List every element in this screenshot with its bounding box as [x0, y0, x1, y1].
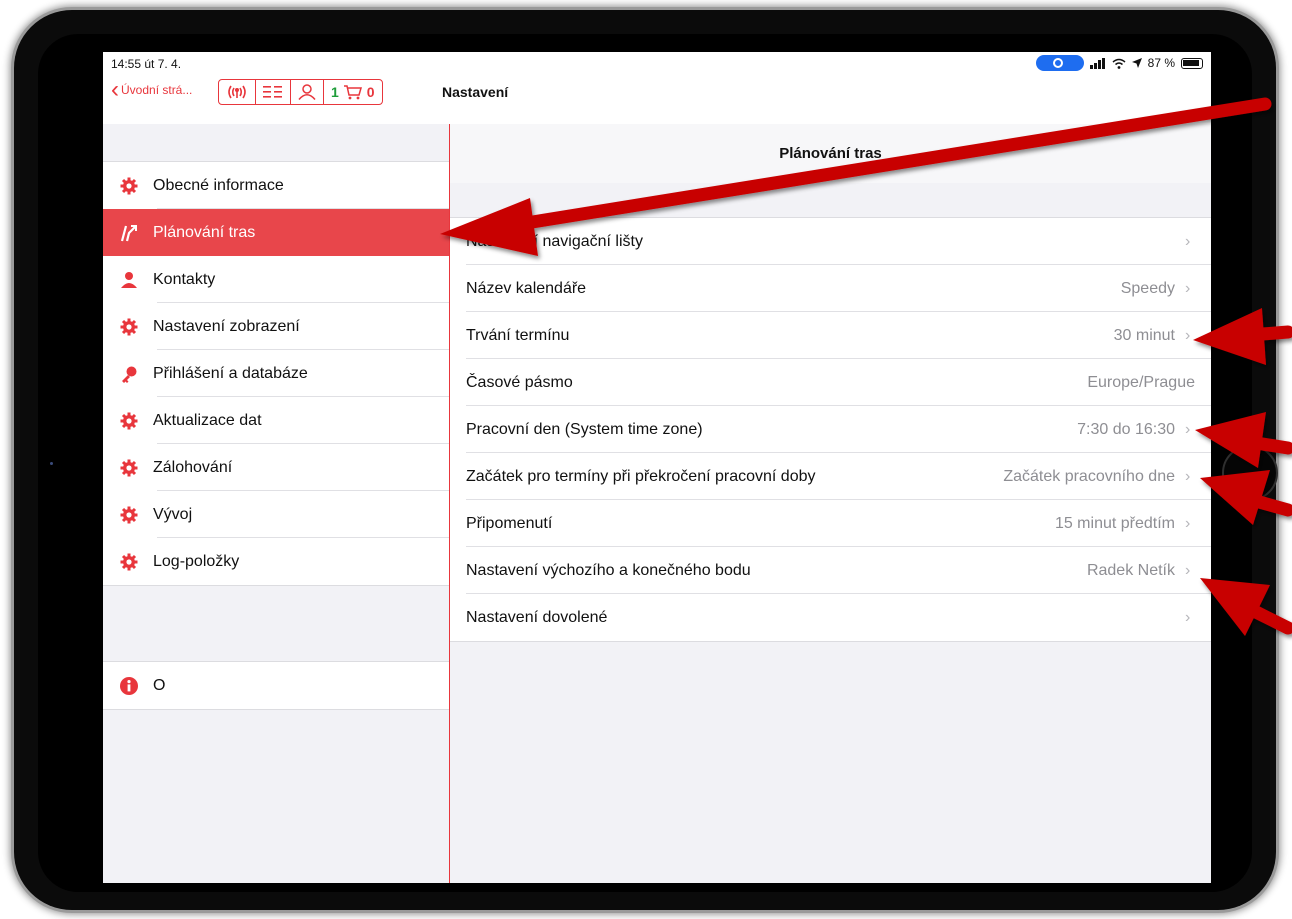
- setting-value: Radek Netík: [1086, 561, 1175, 579]
- broadcast-icon: [228, 85, 246, 99]
- setting-row-time-zone: Časové pásmo Europe/Prague: [450, 359, 1211, 406]
- list-icon: [263, 86, 282, 98]
- person-icon: [119, 270, 139, 290]
- back-button[interactable]: ‹ Úvodní strá...: [111, 76, 193, 103]
- user-button[interactable]: [291, 80, 324, 104]
- chevron-right-icon: ›: [1185, 608, 1191, 626]
- setting-row-navigation-bar[interactable]: Nastavení navigační lišty ›: [450, 218, 1211, 265]
- battery-percent: 87 %: [1147, 56, 1175, 70]
- gear-icon: [119, 176, 139, 196]
- sidebar-item-obecne-informace[interactable]: Obecné informace: [103, 162, 449, 209]
- gear-icon: [119, 458, 139, 478]
- setting-label: Připomenutí: [466, 514, 553, 532]
- sidebar-item-label: Kontakty: [153, 270, 216, 288]
- gear-icon: [119, 552, 139, 572]
- chevron-right-icon: ›: [1185, 326, 1191, 344]
- sidebar-item-planovani-tras[interactable]: Plánování tras: [103, 209, 449, 256]
- detail-pane: Plánování tras Nastavení navigační lišty…: [450, 124, 1211, 883]
- gps-button[interactable]: [219, 80, 256, 104]
- sidebar-item-label: Zálohování: [153, 458, 233, 476]
- setting-row-appointment-duration[interactable]: Trvání termínu 30 minut ›: [450, 312, 1211, 359]
- route-icon: [119, 223, 139, 243]
- setting-row-working-day[interactable]: Pracovní den (System time zone) 7:30 do …: [450, 406, 1211, 453]
- sidebar-item-kontakty[interactable]: Kontakty: [103, 256, 449, 303]
- battery-icon: [1181, 57, 1203, 69]
- info-icon: [119, 676, 139, 696]
- sidebar-item-label: Nastavení zobrazení: [153, 317, 300, 335]
- sidebar-item-label: O: [153, 676, 166, 694]
- settings-sidebar: Obecné informace Plánování tras Kontakty…: [103, 124, 450, 883]
- signal-icon: [1089, 57, 1105, 69]
- sidebar-item-label: Přihlášení a databáze: [153, 364, 308, 382]
- sidebar-item-vyvoj[interactable]: Vývoj: [103, 491, 449, 538]
- chevron-right-icon: ›: [1185, 232, 1191, 250]
- chevron-right-icon: ›: [1185, 467, 1191, 485]
- sidebar-item-label: Aktualizace dat: [153, 411, 262, 429]
- sidebar-item-label: Obecné informace: [153, 176, 284, 194]
- chevron-left-icon: ‹: [111, 76, 119, 103]
- wifi-icon: [1112, 58, 1126, 69]
- setting-label: Časové pásmo: [466, 373, 573, 391]
- sidebar-item-label: Plánování tras: [153, 223, 256, 241]
- setting-row-calendar-name[interactable]: Název kalendáře Speedy ›: [450, 265, 1211, 312]
- screen: 14:55 út 7. 4. 87 % ‹ Úvodní strá... 1 0…: [103, 52, 1211, 883]
- quick-toolbar: 1 0: [218, 79, 383, 105]
- back-label: Úvodní strá...: [121, 83, 193, 97]
- sidebar-item-o[interactable]: O: [103, 662, 449, 709]
- sidebar-item-label: Log-položky: [153, 552, 240, 570]
- setting-value: Začátek pracovního dne: [1003, 467, 1175, 485]
- page-title: Nastavení: [442, 84, 509, 100]
- setting-label: Pracovní den (System time zone): [466, 420, 703, 438]
- sidebar-item-nastaveni-zobrazeni[interactable]: Nastavení zobrazení: [103, 303, 449, 350]
- sidebar-item-aktualizace-dat[interactable]: Aktualizace dat: [103, 397, 449, 444]
- gear-icon: [119, 505, 139, 525]
- setting-value: 15 minut předtím: [1054, 514, 1175, 532]
- setting-value: Europe/Prague: [1087, 373, 1195, 391]
- home-button[interactable]: [1222, 445, 1278, 501]
- location-arrow-icon: [1131, 58, 1142, 68]
- sidebar-item-log-polozky[interactable]: Log-položky: [103, 538, 449, 585]
- camera: [50, 462, 53, 465]
- top-bar: 14:55 út 7. 4. 87 % ‹ Úvodní strá... 1 0…: [103, 52, 1211, 125]
- sidebar-item-prihlaseni-a-databaze[interactable]: Přihlášení a databáze: [103, 350, 449, 397]
- setting-label: Nastavení výchozího a konečného bodu: [466, 561, 751, 579]
- route-settings-list: Nastavení navigační lišty › Název kalend…: [450, 217, 1211, 642]
- sidebar-item-label: Vývoj: [153, 505, 193, 523]
- cart-icon: [343, 84, 362, 99]
- user-icon: [298, 84, 316, 100]
- setting-label: Začátek pro termíny při překročení praco…: [466, 467, 816, 485]
- status-time: 14:55 út 7. 4.: [111, 57, 182, 71]
- setting-row-reminder[interactable]: Připomenutí 15 minut předtím ›: [450, 500, 1211, 547]
- chevron-right-icon: ›: [1185, 514, 1191, 532]
- status-indicators: 87 %: [1035, 55, 1203, 71]
- setting-label: Trvání termínu: [466, 326, 570, 344]
- sidebar-item-zalohovani[interactable]: Zálohování: [103, 444, 449, 491]
- cart-value: 0: [366, 84, 375, 100]
- setting-row-overtime-start[interactable]: Začátek pro termíny při překročení praco…: [450, 453, 1211, 500]
- location-pill-icon: [1035, 55, 1084, 71]
- sidebar-group-about: O: [103, 661, 449, 710]
- key-icon: [119, 364, 139, 384]
- setting-row-vacation[interactable]: Nastavení dovolené ›: [450, 594, 1211, 641]
- cart-button[interactable]: 1 0: [324, 80, 382, 104]
- setting-row-start-end-point[interactable]: Nastavení výchozího a konečného bodu Rad…: [450, 547, 1211, 594]
- sidebar-group-main: Obecné informace Plánování tras Kontakty…: [103, 161, 449, 586]
- gear-icon: [119, 317, 139, 337]
- setting-value: 30 minut: [1113, 326, 1175, 344]
- setting-label: Nastavení dovolené: [466, 608, 608, 626]
- chevron-right-icon: ›: [1185, 561, 1191, 579]
- gear-icon: [119, 411, 139, 431]
- setting-label: Nastavení navigační lišty: [466, 232, 643, 250]
- setting-label: Název kalendáře: [466, 279, 587, 297]
- detail-title: Plánování tras: [450, 124, 1211, 183]
- setting-value: Speedy: [1120, 279, 1175, 297]
- setting-value: 7:30 do 16:30: [1077, 420, 1175, 438]
- list-button[interactable]: [256, 80, 291, 104]
- cart-count: 1: [331, 84, 339, 100]
- chevron-right-icon: ›: [1185, 420, 1191, 438]
- chevron-right-icon: ›: [1185, 279, 1191, 297]
